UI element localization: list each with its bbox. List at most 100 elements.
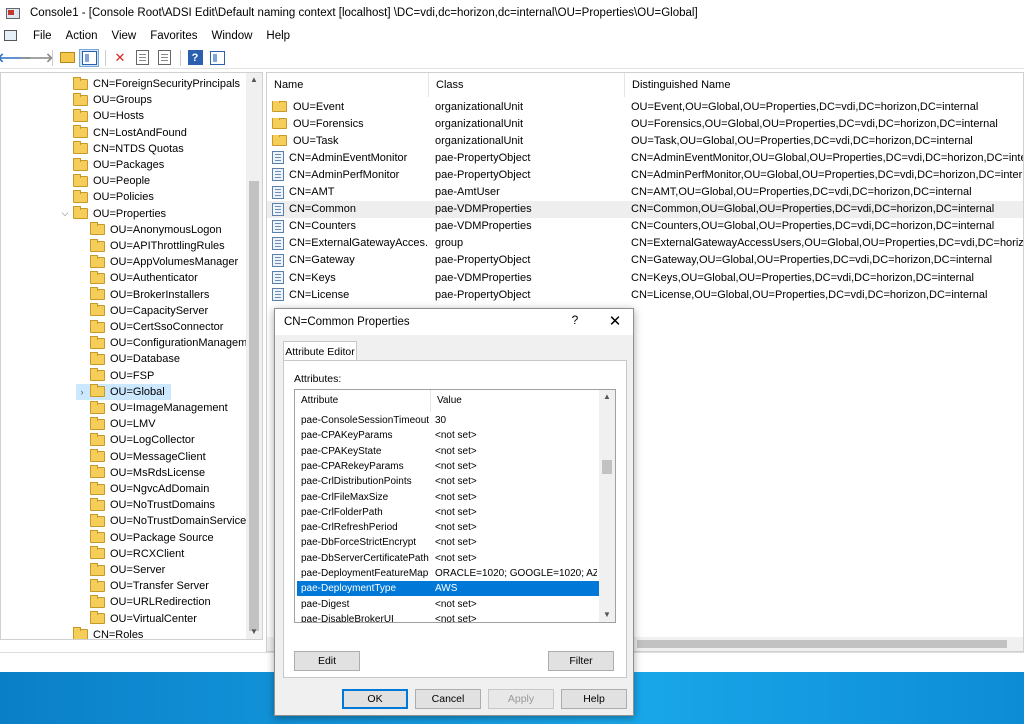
ok-button[interactable]: OK bbox=[342, 689, 408, 709]
attribute-row[interactable]: pae-CrlRefreshPeriod <not set> bbox=[297, 520, 599, 535]
menu-favorites[interactable]: Favorites bbox=[143, 30, 204, 42]
attribute-row[interactable]: pae-DeploymentFeatureMap ORACLE=1020; GOO… bbox=[297, 566, 599, 581]
menu-file[interactable]: File bbox=[26, 30, 59, 42]
attribute-row[interactable]: pae-CrlDistributionPoints <not set> bbox=[297, 474, 599, 489]
tree-item[interactable]: OU=MessageClient bbox=[76, 449, 206, 465]
chevron-right-icon[interactable]: › bbox=[76, 387, 88, 397]
scroll-down-icon[interactable]: ▼ bbox=[246, 625, 262, 639]
attribute-row[interactable]: pae-DbForceStrictEncrypt <not set> bbox=[297, 535, 599, 550]
list-row[interactable]: CN=AdminPerfMonitor pae-PropertyObject CN=… bbox=[267, 166, 1023, 183]
list-row[interactable]: CN=AMT pae-AmtUser CN=AMT,OU=Global,OU=Pro… bbox=[267, 184, 1023, 201]
tree-item[interactable]: OU=CertSsoConnector bbox=[76, 319, 223, 335]
tree-item[interactable]: OU=Hosts bbox=[59, 108, 144, 124]
attribute-row[interactable]: pae-CrlFileMaxSize <not set> bbox=[297, 490, 599, 505]
list-row[interactable]: CN=Keys pae-VDMProperties CN=Keys,OU=Globa… bbox=[267, 269, 1023, 286]
menu-view[interactable]: View bbox=[105, 30, 144, 42]
tree-item[interactable]: CN=Roles bbox=[59, 627, 143, 639]
tree-item[interactable]: OU=NgvcAdDomain bbox=[76, 481, 209, 497]
column-header-attribute[interactable]: Attribute bbox=[295, 390, 431, 412]
attributes-scrollbar[interactable]: ▲ ▼ bbox=[599, 390, 615, 622]
tree-item[interactable]: OU=FSP bbox=[76, 368, 154, 384]
tree-item[interactable]: ⌵ OU=Properties bbox=[59, 206, 166, 222]
attribute-row[interactable]: pae-CPAKeyParams <not set> bbox=[297, 428, 599, 443]
tree-item[interactable]: CN=ForeignSecurityPrincipals bbox=[59, 76, 240, 92]
tree-item[interactable]: OU=VirtualCenter bbox=[76, 611, 197, 627]
tree-item[interactable]: OU=ImageManagement bbox=[76, 400, 228, 416]
attribute-row[interactable]: pae-CPARekeyParams <not set> bbox=[297, 459, 599, 474]
filter-button[interactable]: Filter bbox=[548, 651, 614, 671]
scroll-down-icon[interactable]: ▼ bbox=[599, 608, 615, 622]
tree-item[interactable]: OU=MsRdsLicense bbox=[76, 465, 205, 481]
column-header-name[interactable]: Name bbox=[267, 73, 429, 97]
show-hide-action-pane-icon[interactable] bbox=[207, 49, 227, 67]
tree-item[interactable]: OU=RCXClient bbox=[76, 546, 184, 562]
list-row[interactable]: OU=Task organizationalUnit OU=Task,OU=Glob… bbox=[267, 132, 1023, 149]
list-row[interactable]: CN=License pae-PropertyObject CN=License,O… bbox=[267, 286, 1023, 303]
tree-item[interactable]: OU=AnonymousLogon bbox=[76, 222, 222, 238]
edit-button[interactable]: Edit bbox=[294, 651, 360, 671]
console-menu-icon[interactable] bbox=[4, 29, 18, 43]
scroll-up-icon[interactable]: ▲ bbox=[599, 390, 615, 404]
attribute-row[interactable]: pae-Digest <not set> bbox=[297, 597, 599, 612]
tree-item[interactable]: OU=Packages bbox=[59, 157, 164, 173]
attribute-row[interactable]: pae-ConsoleSessionTimeout 30 bbox=[297, 413, 599, 428]
properties-icon[interactable] bbox=[132, 49, 152, 67]
tree-item[interactable]: CN=LostAndFound bbox=[59, 125, 187, 141]
list-scroll-thumb[interactable] bbox=[637, 640, 1007, 648]
tree-item[interactable]: OU=Package Source bbox=[76, 530, 214, 546]
list-row[interactable]: OU=Event organizationalUnit OU=Event,OU=Gl… bbox=[267, 98, 1023, 115]
list-row[interactable]: CN=ExternalGatewayAcces... group CN=Extern… bbox=[267, 235, 1023, 252]
column-header-value[interactable]: Value bbox=[431, 390, 600, 412]
attribute-row[interactable]: pae-DisableBrokerUI <not set> bbox=[297, 612, 599, 622]
tree-item[interactable]: OU=Server bbox=[76, 562, 165, 578]
console-tree[interactable]: CN=ForeignSecurityPrincipals OU=Groups OU=… bbox=[0, 72, 263, 640]
tree-scrollbar[interactable]: ▲ ▼ bbox=[246, 73, 262, 639]
forward-arrow-icon[interactable]: 🡒 bbox=[19, 49, 54, 67]
show-hide-console-tree-icon[interactable] bbox=[79, 48, 99, 67]
export-list-icon[interactable] bbox=[154, 49, 174, 67]
tree-item[interactable]: OU=Authenticator bbox=[76, 270, 198, 286]
list-row[interactable]: CN=Common pae-VDMProperties CN=Common,OU=G… bbox=[267, 200, 1023, 218]
attribute-row[interactable]: pae-DeploymentType AWS bbox=[297, 581, 599, 597]
tree-scroll-thumb[interactable] bbox=[249, 181, 259, 631]
tree-item[interactable]: OU=BrokerInstallers bbox=[76, 287, 209, 303]
chevron-down-icon[interactable]: ⌵ bbox=[59, 208, 71, 219]
dialog-close-icon[interactable]: ✕ bbox=[605, 312, 625, 332]
tree-item[interactable]: OU=LogCollector bbox=[76, 432, 195, 448]
up-one-level-icon[interactable] bbox=[57, 49, 77, 67]
menu-window[interactable]: Window bbox=[205, 30, 260, 42]
column-header-distinguished-name[interactable]: Distinguished Name bbox=[625, 73, 1023, 97]
tree-item[interactable]: OU=ConfigurationManagem bbox=[76, 335, 247, 351]
tree-item[interactable]: › OU=Global bbox=[76, 383, 171, 400]
tree-item[interactable]: OU=AppVolumesManager bbox=[76, 254, 238, 270]
list-row[interactable]: CN=AdminEventMonitor pae-PropertyObject CN… bbox=[267, 149, 1023, 166]
delete-icon[interactable]: ✕ bbox=[110, 49, 130, 67]
attribute-row[interactable]: pae-CrlFolderPath <not set> bbox=[297, 505, 599, 520]
tree-item[interactable]: OU=Transfer Server bbox=[76, 578, 209, 594]
help-icon[interactable]: ? bbox=[185, 49, 205, 67]
list-row[interactable]: CN=Gateway pae-PropertyObject CN=Gateway,O… bbox=[267, 252, 1023, 269]
tree-item[interactable]: OU=Groups bbox=[59, 92, 152, 108]
menu-action[interactable]: Action bbox=[59, 30, 105, 42]
tree-item[interactable]: OU=LMV bbox=[76, 416, 156, 432]
tree-item[interactable]: CN=NTDS Quotas bbox=[59, 141, 184, 157]
list-row[interactable]: CN=Counters pae-VDMProperties CN=Counters,… bbox=[267, 218, 1023, 235]
attribute-row[interactable]: pae-CPAKeyState <not set> bbox=[297, 444, 599, 459]
tree-item[interactable]: OU=NoTrustDomains bbox=[76, 497, 215, 513]
menu-help[interactable]: Help bbox=[259, 30, 297, 42]
list-row[interactable]: OU=Forensics organizationalUnit OU=Forensi… bbox=[267, 115, 1023, 132]
help-button[interactable]: Help bbox=[561, 689, 627, 709]
attribute-row[interactable]: pae-DbServerCertificatePath <not set> bbox=[297, 551, 599, 566]
tree-item[interactable]: OU=NoTrustDomainServiceA bbox=[76, 513, 254, 529]
tree-item[interactable]: OU=APIThrottlingRules bbox=[76, 238, 225, 254]
tree-item[interactable]: OU=Database bbox=[76, 351, 180, 367]
scroll-up-icon[interactable]: ▲ bbox=[246, 73, 262, 87]
dialog-help-icon[interactable]: ? bbox=[567, 313, 583, 331]
column-header-class[interactable]: Class bbox=[429, 73, 625, 97]
tree-item[interactable]: OU=CapacityServer bbox=[76, 303, 208, 319]
attributes-list[interactable]: Attribute Value pae-ConsoleSessionTimeou… bbox=[294, 389, 616, 623]
cancel-button[interactable]: Cancel bbox=[415, 689, 481, 709]
apply-button[interactable]: Apply bbox=[488, 689, 554, 709]
tree-item[interactable]: OU=People bbox=[59, 173, 150, 189]
tab-attribute-editor[interactable]: Attribute Editor bbox=[283, 341, 357, 361]
